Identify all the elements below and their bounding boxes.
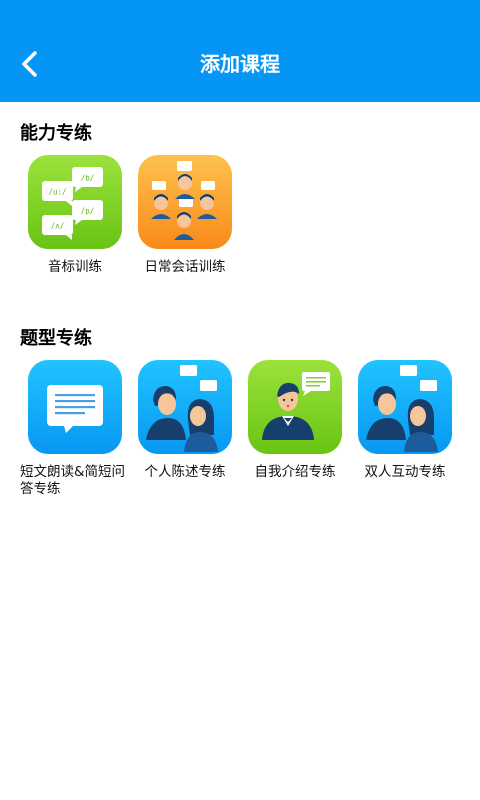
course-label: 自我介绍专练 (254, 464, 336, 480)
header-bar: 添加课程 (0, 0, 480, 102)
course-reading-qa[interactable]: 短文朗读&简短问答专练 (20, 360, 125, 497)
course-label: 日常会话训练 (144, 259, 226, 275)
course-label: 双人互动专练 (364, 464, 446, 480)
group-conversation-icon (138, 155, 232, 249)
course-label: 个人陈述专练 (144, 464, 226, 480)
course-two-person-interaction[interactable]: 双人互动专练 (358, 360, 452, 480)
phonetic-text: /u:/ (48, 188, 66, 197)
page-title: 添加课程 (200, 52, 280, 76)
phonetic-text: /p/ (81, 207, 95, 216)
course-label: 音标训练 (48, 259, 102, 275)
course-daily-conversation[interactable]: 日常会话训练 (138, 155, 232, 275)
two-person-dialog-icon (138, 360, 232, 454)
phonetic-text: /ʌ/ (51, 222, 65, 231)
phonetic-text: /b/ (81, 174, 95, 183)
section-title-question-types: 题型专练 (20, 328, 92, 349)
message-text-icon (28, 360, 122, 454)
course-personal-statement[interactable]: 个人陈述专练 (138, 360, 232, 480)
phonetic-bubbles-icon: /b/ /u:/ /p/ /ʌ/ (28, 155, 122, 249)
section-title-ability: 能力专练 (20, 123, 92, 144)
self-introduction-icon (248, 360, 342, 454)
course-label: 短文朗读&简短问答专练 (20, 464, 126, 497)
course-self-introduction[interactable]: 自我介绍专练 (248, 360, 342, 480)
course-phonetic-training[interactable]: /b/ /u:/ /p/ /ʌ/ 音标训练 (28, 155, 122, 275)
two-person-interaction-icon (358, 360, 452, 454)
